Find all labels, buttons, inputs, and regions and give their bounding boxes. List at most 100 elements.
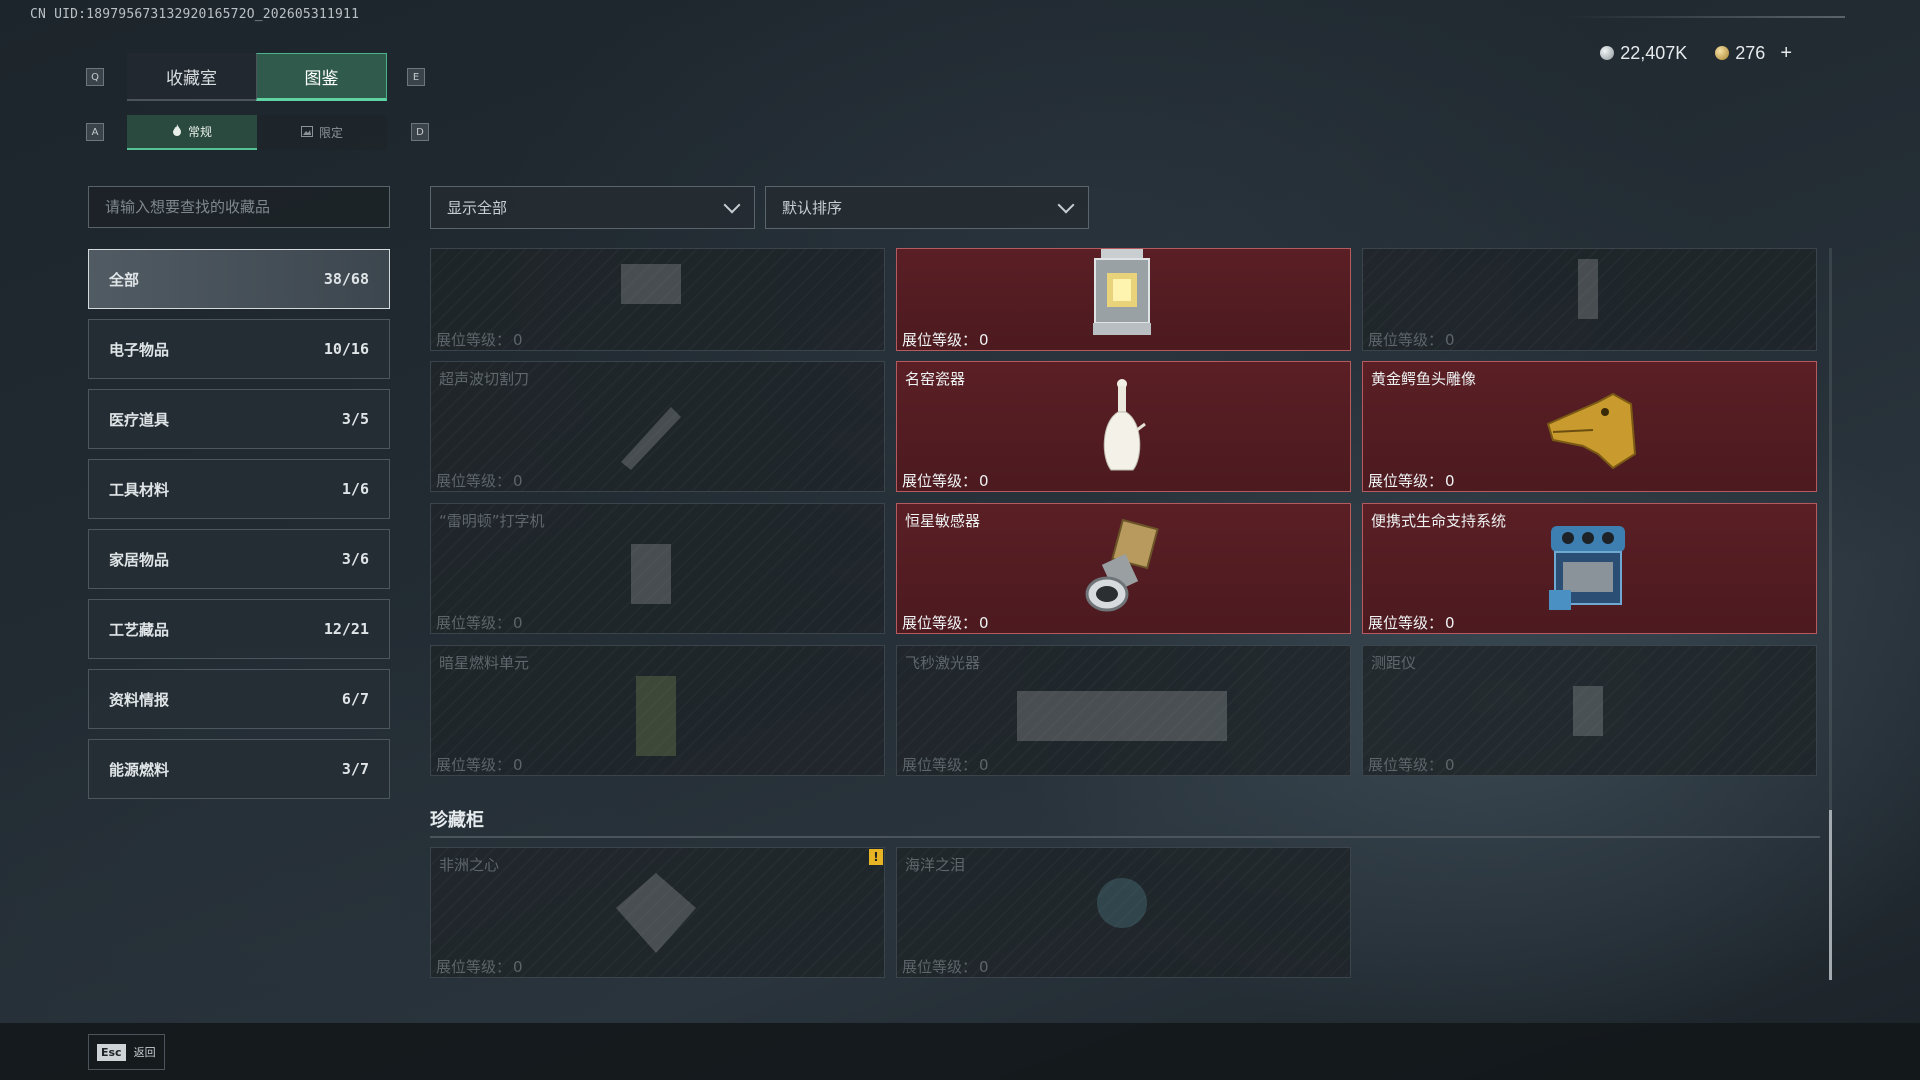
item-card[interactable]: 便携式生命支持系统 展位等级： 0 [1362,503,1817,634]
star-sensor-icon [1085,518,1159,612]
search-input[interactable] [105,198,373,216]
category-count: 6/7 [341,690,369,708]
item-card[interactable]: 展位等级： 0 [896,248,1351,351]
item-level: 展位等级： 0 [436,331,523,349]
laser-icon [1017,691,1227,741]
category-household[interactable]: 家居物品 3/6 [88,529,390,589]
item-card[interactable]: 展位等级： 0 [430,248,885,351]
player-uid: CN UID:18979567313292016572O_20260531191… [30,7,360,22]
warning-badge: ! [869,849,883,865]
item-card[interactable]: 黄金鳄鱼头雕像 展位等级： 0 [1362,361,1817,492]
item-level: 展位等级： 0 [1368,614,1455,632]
silver-coin-icon [1600,46,1615,60]
key-hint-e: E [407,68,425,86]
category-all[interactable]: 全部 38/68 [88,249,390,309]
bottle-icon [1578,259,1598,319]
item-level: 展位等级： 0 [436,958,523,976]
silver-amount: 22,407K [1620,43,1688,63]
category-medical[interactable]: 医疗道具 3/5 [88,389,390,449]
currency-display: 22,407K 276 + [1600,42,1792,65]
category-list: 全部 38/68 电子物品 10/16 医疗道具 3/5 工具材料 1/6 家居物品 3/… [88,249,390,809]
key-hint-a: A [86,123,104,141]
life-support-icon [1549,526,1625,610]
flame-icon [172,123,182,140]
subtab-regular-label: 常规 [187,125,212,139]
item-level: 展位等级： 0 [436,614,523,632]
subtab-limited-label: 限定 [318,126,343,140]
bottom-bar [0,1023,1920,1080]
category-tools[interactable]: 工具材料 1/6 [88,459,390,519]
item-card[interactable]: 飞秒激光器 展位等级： 0 [896,645,1351,776]
item-card[interactable]: 暗星燃料单元 展位等级： 0 [430,645,885,776]
item-name: 恒星敏感器 [905,512,981,530]
tab-codex[interactable]: 图鉴 [256,53,387,101]
sort-dropdown[interactable]: 默认排序 [765,186,1089,229]
category-count: 3/5 [341,410,369,428]
gem-icon [1097,878,1147,928]
filter-dropdown[interactable]: 显示全部 [430,186,755,229]
item-level: 展位等级： 0 [436,472,523,490]
category-electronics[interactable]: 电子物品 10/16 [88,319,390,379]
category-count: 1/6 [341,480,369,498]
back-label: 返回 [133,1046,156,1059]
item-name: 便携式生命支持系统 [1371,512,1507,530]
item-card[interactable]: “雷明顿”打字机 展位等级： 0 [430,503,885,634]
key-hint-d: D [411,123,429,141]
diamond-icon [616,873,696,953]
category-count: 3/6 [341,550,369,568]
showcase-item-card[interactable]: 海洋之泪 展位等级： 0 [896,847,1351,978]
tab-collection-room[interactable]: 收藏室 [127,53,256,101]
item-level: 展位等级： 0 [902,331,989,349]
device-icon [621,264,681,304]
knife-icon [621,407,681,470]
item-name: “雷明顿”打字机 [439,512,545,530]
category-label: 家居物品 [109,550,170,569]
item-level: 展位等级： 0 [902,614,989,632]
subtab-limited[interactable]: 限定 [257,115,387,150]
category-intel[interactable]: 资料情报 6/7 [88,669,390,729]
filter-value: 显示全部 [447,199,508,217]
item-name: 暗星燃料单元 [439,654,530,672]
fuel-cell-icon [636,676,676,756]
item-name: 海洋之泪 [905,856,966,874]
add-currency-button[interactable]: + [1780,42,1792,64]
item-card[interactable]: 超声波切割刀 展位等级： 0 [430,361,885,492]
category-label: 工艺藏品 [109,620,170,639]
item-card[interactable]: 测距仪 展位等级： 0 [1362,645,1817,776]
item-name: 超声波切割刀 [439,370,530,388]
lantern-icon [1093,249,1151,335]
silver-balance: 22,407K [1600,43,1687,64]
rangefinder-icon [1573,686,1603,736]
item-name: 黄金鳄鱼头雕像 [1371,370,1477,388]
item-level: 展位等级： 0 [1368,331,1455,349]
gold-crocodile-icon [1546,392,1637,470]
category-label: 资料情报 [109,690,170,709]
category-energy[interactable]: 能源燃料 3/7 [88,739,390,799]
showcase-title: 珍藏柜 [430,810,484,831]
subtab-regular[interactable]: 常规 [127,115,257,150]
item-level: 展位等级： 0 [1368,756,1455,774]
category-count: 10/16 [323,340,369,358]
item-level: 展位等级： 0 [902,472,989,490]
category-label: 全部 [109,270,140,289]
back-button[interactable]: Esc 返回 [88,1034,165,1070]
showcase-item-card[interactable]: 非洲之心 ! 展位等级： 0 [430,847,885,978]
main-tabs: 收藏室 图鉴 [127,53,387,101]
item-name: 测距仪 [1371,654,1417,672]
item-level: 展位等级： 0 [1368,472,1455,490]
gold-coin-icon [1715,46,1730,60]
item-name: 非洲之心 [439,856,500,874]
category-count: 38/68 [323,270,369,288]
item-card[interactable]: 名窑瓷器 展位等级： 0 [896,361,1351,492]
category-crafts[interactable]: 工艺藏品 12/21 [88,599,390,659]
item-card[interactable]: 展位等级： 0 [1362,248,1817,351]
image-icon [300,125,313,140]
search-box [88,186,390,228]
item-card[interactable]: 恒星敏感器 展位等级： 0 [896,503,1351,634]
section-divider [430,836,1820,838]
item-name: 飞秒激光器 [905,654,981,672]
scrollbar-thumb[interactable] [1829,810,1832,980]
item-level: 展位等级： 0 [436,756,523,774]
category-count: 3/7 [341,760,369,778]
category-label: 能源燃料 [109,760,170,779]
